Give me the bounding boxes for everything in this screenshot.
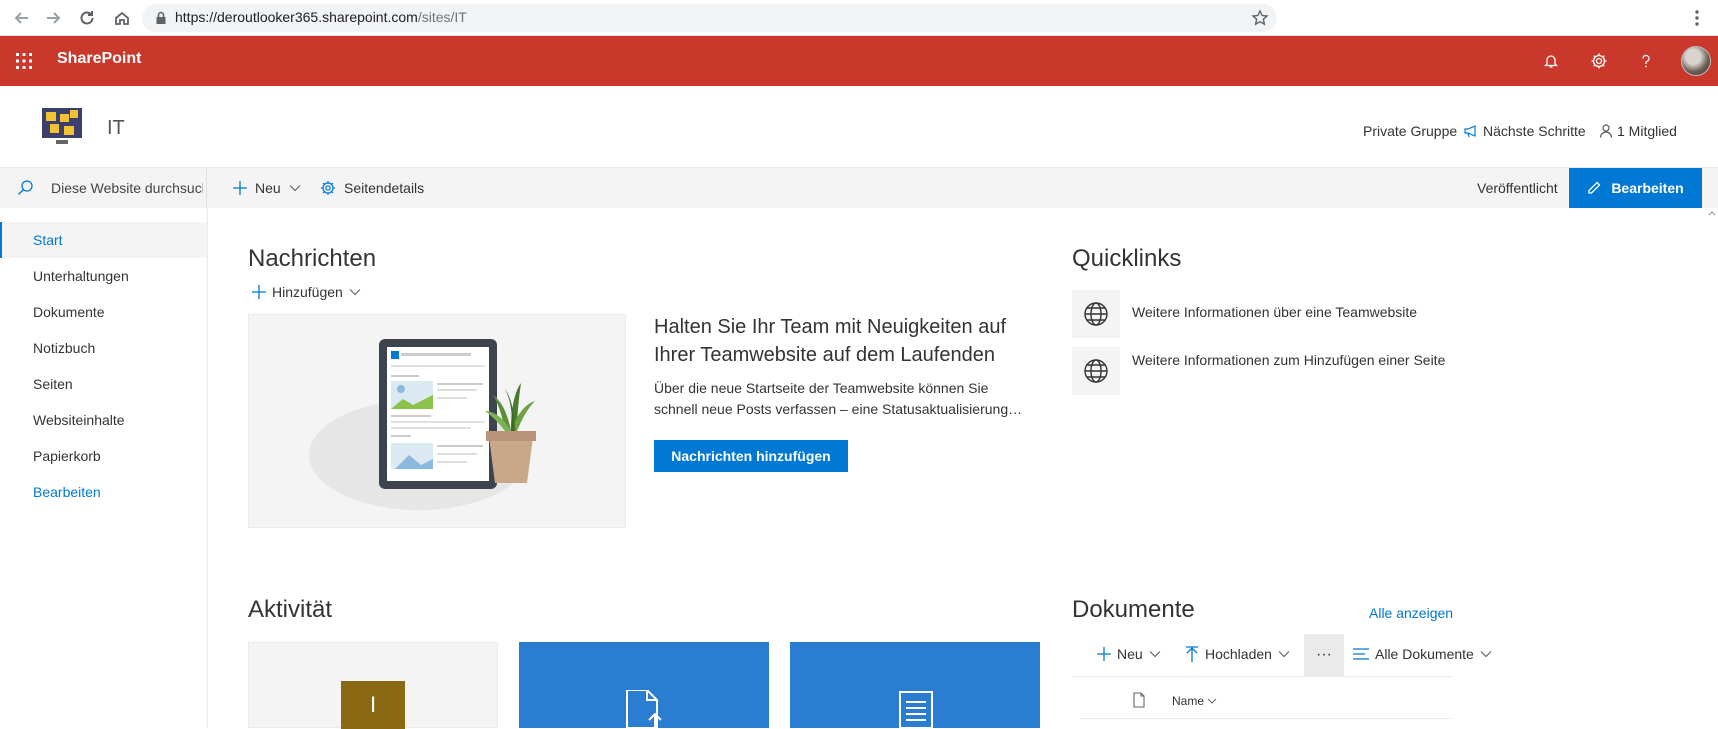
nav-item-site-contents[interactable]: Websiteinhalte <box>33 412 125 428</box>
edit-label: Bearbeiten <box>1611 180 1684 196</box>
upload-document-icon <box>626 690 662 728</box>
members-button[interactable]: 1 Mitglied <box>1599 123 1677 139</box>
gear-icon[interactable] <box>1587 49 1611 73</box>
home-icon[interactable] <box>111 7 133 29</box>
site-header <box>0 86 1718 168</box>
quicklink-label[interactable]: Weitere Informationen über eine Teamwebs… <box>1132 302 1462 323</box>
doc-new-label: Neu <box>1117 646 1143 662</box>
upload-button[interactable]: Hochladen <box>1185 646 1290 662</box>
activity-card[interactable] <box>519 642 769 728</box>
browser-toolbar: https://deroutlooker365.sharepoint.com/s… <box>0 0 1718 36</box>
upload-label: Hochladen <box>1205 646 1272 662</box>
add-news-button[interactable]: Nachrichten hinzufügen <box>654 440 848 472</box>
name-column-label: Name <box>1172 694 1205 708</box>
chevron-down-icon <box>1207 698 1217 704</box>
person-icon <box>1599 124 1613 138</box>
news-illustration <box>248 314 626 528</box>
search-icon <box>18 180 33 195</box>
news-description: Über die neue Startseite der Teamwebsite… <box>654 380 1023 417</box>
nav-item-pages[interactable]: Seiten <box>33 376 73 392</box>
news-add-label: Hinzufügen <box>272 284 343 300</box>
plus-icon <box>233 181 247 195</box>
chevron-down-icon <box>1278 651 1290 658</box>
name-column-header[interactable]: Name <box>1172 694 1217 708</box>
list-document-icon <box>899 691 933 728</box>
suite-bar: SharePoint <box>0 36 1718 86</box>
suite-title[interactable]: SharePoint <box>57 50 141 68</box>
published-status: Veröffentlicht <box>1477 180 1558 196</box>
nav-item-conversations[interactable]: Unterhaltungen <box>33 268 129 284</box>
app-launcher-icon[interactable] <box>12 49 36 73</box>
nav-item-recycle-bin[interactable]: Papierkorb <box>33 448 101 464</box>
browser-menu-icon[interactable] <box>1686 7 1708 29</box>
doc-new-button[interactable]: Neu <box>1097 646 1161 662</box>
site-logo[interactable] <box>36 104 88 148</box>
nav-item-notebook[interactable]: Notizbuch <box>33 340 95 356</box>
url-text: https://deroutlooker365.sharepoint.com/s… <box>175 9 467 25</box>
more-options-button[interactable]: ··· <box>1304 634 1344 676</box>
lines-icon <box>1353 648 1369 660</box>
divider <box>1080 718 1452 719</box>
pencil-icon <box>1588 181 1601 194</box>
page-details-button[interactable]: Seitendetails <box>320 180 424 196</box>
activity-card[interactable]: I <box>248 642 498 729</box>
edit-button[interactable]: Bearbeiten <box>1569 168 1702 208</box>
plus-icon <box>1097 647 1111 661</box>
news-title: Nachrichten <box>248 245 377 272</box>
avatar[interactable] <box>1681 46 1711 76</box>
url-host: https://deroutlooker365.sharepoint.com <box>175 9 418 25</box>
documents-title: Dokumente <box>1072 596 1195 623</box>
page-scrollbar[interactable] <box>1706 208 1718 728</box>
globe-icon[interactable] <box>1072 290 1120 338</box>
scroll-up-icon[interactable] <box>1706 208 1718 218</box>
upload-arrow-icon <box>1186 646 1198 662</box>
globe-icon[interactable] <box>1072 347 1120 395</box>
tablet-plant-illustration <box>309 339 536 510</box>
chevron-down-icon <box>349 289 361 296</box>
chevron-down-icon <box>289 185 301 192</box>
page-details-label: Seitendetails <box>344 180 425 196</box>
activity-title: Aktivität <box>248 596 333 623</box>
quicklinks-title: Quicklinks <box>1072 245 1182 272</box>
new-button[interactable]: Neu <box>233 180 301 196</box>
nav-item-start[interactable]: Start <box>33 232 63 248</box>
bell-icon[interactable] <box>1539 49 1563 73</box>
file-type-icon <box>1133 692 1145 708</box>
nav-active-highlight <box>0 222 207 258</box>
megaphone-icon <box>1464 125 1476 138</box>
reload-icon[interactable] <box>76 7 98 29</box>
news-add-button[interactable]: Hinzufügen <box>252 284 361 300</box>
divider <box>1072 676 1452 677</box>
view-selector[interactable]: Alle Dokumente <box>1353 646 1492 662</box>
nav-edit-link[interactable]: Bearbeiten <box>33 484 101 500</box>
activity-card[interactable] <box>790 642 1040 728</box>
privacy-text: Private Gruppe <box>1363 123 1458 139</box>
chevron-down-icon <box>1149 651 1161 658</box>
members-label: 1 Mitglied <box>1617 123 1677 139</box>
privacy-label: Private Gruppe <box>1363 123 1457 139</box>
back-arrow-icon[interactable] <box>11 7 33 29</box>
lock-icon <box>150 7 172 29</box>
chevron-down-icon <box>1480 651 1492 658</box>
left-navigation <box>0 208 208 728</box>
next-steps-label: Nächste Schritte <box>1483 123 1586 139</box>
quicklink-label[interactable]: Weitere Informationen zum Hinzufügen ein… <box>1132 350 1462 371</box>
nav-item-documents[interactable]: Dokumente <box>33 304 105 320</box>
site-title[interactable]: IT <box>107 117 125 140</box>
forward-arrow-icon[interactable] <box>42 7 64 29</box>
next-steps-button[interactable]: Nächste Schritte <box>1463 123 1586 139</box>
bookmark-star-icon[interactable] <box>1249 7 1271 29</box>
news-heading: Halten Sie Ihr Team mit Neuigkeiten auf … <box>654 316 1007 366</box>
new-label: Neu <box>255 180 281 196</box>
see-all-link[interactable]: Alle anzeigen <box>1369 605 1453 621</box>
view-label: Alle Dokumente <box>1375 646 1474 662</box>
search-input[interactable]: Diese Website durchsuchen <box>51 180 203 196</box>
plus-icon <box>252 285 266 299</box>
gear-icon <box>321 181 335 195</box>
help-icon[interactable] <box>1634 49 1658 73</box>
activity-card-letter: I <box>341 681 405 729</box>
url-path: /sites/IT <box>417 9 467 25</box>
